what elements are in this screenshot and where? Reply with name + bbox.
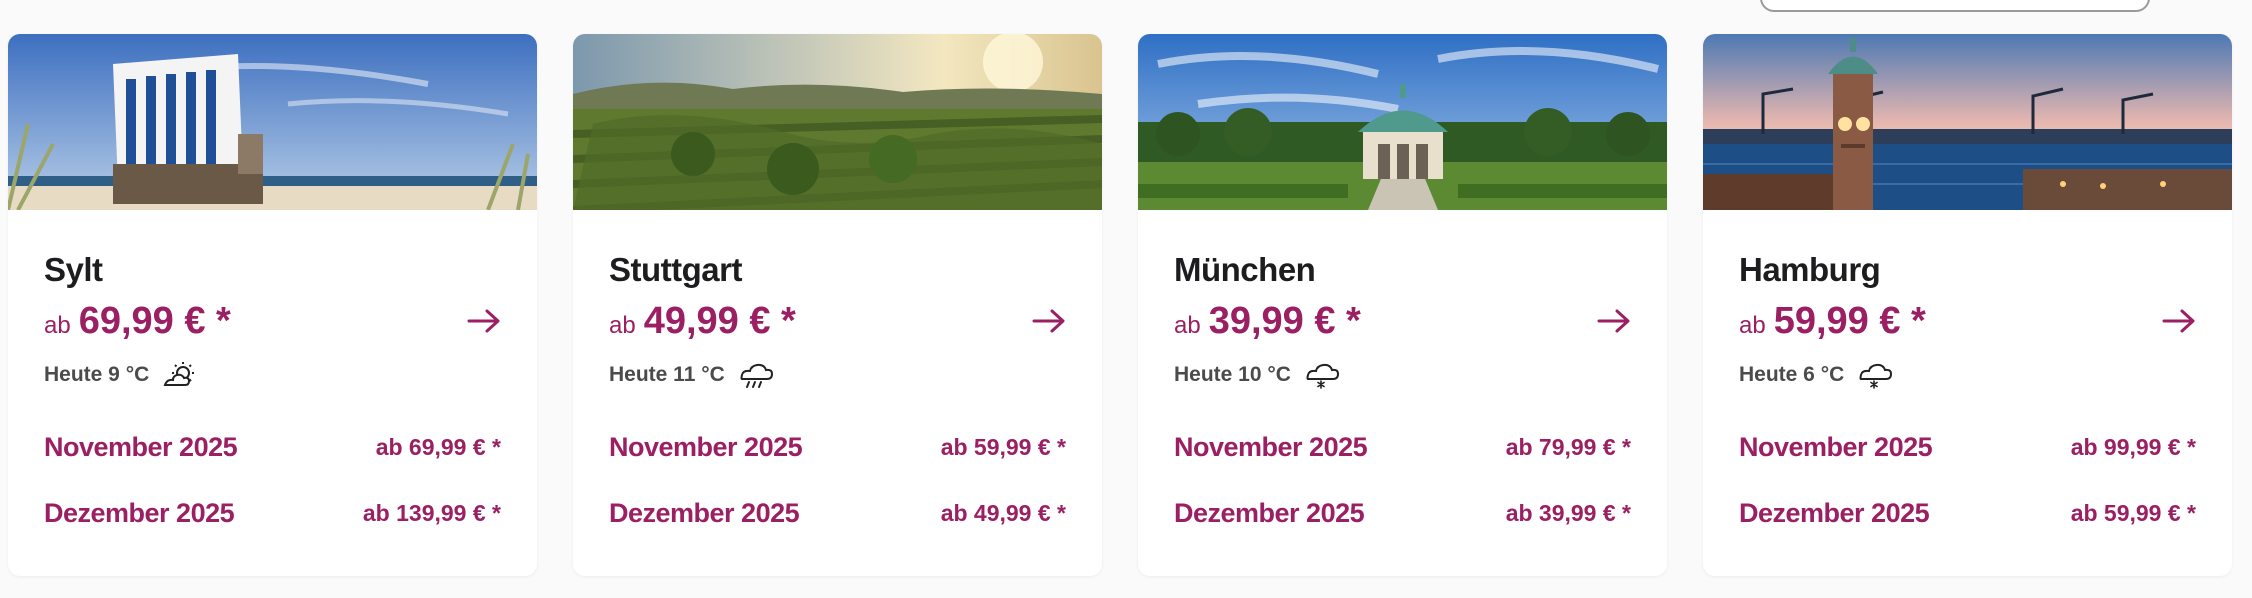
month-price: ab 99,99 € * xyxy=(2070,433,2196,460)
month-offer-row[interactable]: November 2025 ab 79,99 € * xyxy=(1174,414,1631,480)
arrow-right-icon[interactable] xyxy=(1597,309,1631,333)
starting-price: ab 39,99 € * xyxy=(1174,300,1361,343)
price-row: ab 69,99 € * xyxy=(44,296,501,346)
starting-price: ab 69,99 € * xyxy=(44,300,231,343)
price-prefix: ab xyxy=(44,311,71,339)
price-amount: 49,99 € * xyxy=(643,299,796,342)
destination-offers: Sylt ab 69,99 € * Heute 9 °C November 20… xyxy=(0,0,2252,598)
month-offer-row[interactable]: Dezember 2025 ab 139,99 € * xyxy=(44,480,501,546)
destination-photo-stuttgart xyxy=(573,34,1102,210)
weather-label: Heute 6 °C xyxy=(1739,363,1845,386)
month-offer-row[interactable]: Dezember 2025 ab 49,99 € * xyxy=(609,480,1066,546)
city-name: Stuttgart xyxy=(609,251,742,288)
snow-cloud-icon xyxy=(1303,361,1341,389)
month-price: ab 59,99 € * xyxy=(2070,499,2196,526)
weather-label: Heute 11 °C xyxy=(609,363,725,386)
destination-card-sylt[interactable]: Sylt ab 69,99 € * Heute 9 °C November 20… xyxy=(8,34,537,576)
month-label: Dezember 2025 xyxy=(1174,497,1365,528)
destination-card-hamburg[interactable]: Hamburg ab 59,99 € * Heute 6 °C November… xyxy=(1703,34,2232,576)
price-amount: 39,99 € * xyxy=(1208,299,1361,342)
price-amount: 59,99 € * xyxy=(1773,299,1926,342)
price-prefix: ab xyxy=(1739,311,1766,339)
month-offer-row[interactable]: November 2025 ab 59,99 € * xyxy=(609,414,1066,480)
rain-cloud-icon xyxy=(737,361,775,389)
weather-info: Heute 11 °C xyxy=(609,358,1066,392)
weather-info: Heute 10 °C xyxy=(1174,358,1631,392)
arrow-right-icon[interactable] xyxy=(2162,309,2196,333)
weather-label: Heute 10 °C xyxy=(1174,363,1291,386)
month-offer-row[interactable]: Dezember 2025 ab 39,99 € * xyxy=(1174,480,1631,546)
destination-card-stuttgart[interactable]: Stuttgart ab 49,99 € * Heute 11 °C Novem… xyxy=(573,34,1102,576)
snow-cloud-icon xyxy=(1856,361,1894,389)
month-offer-row[interactable]: Dezember 2025 ab 59,99 € * xyxy=(1739,480,2196,546)
month-label: Dezember 2025 xyxy=(1739,497,1930,528)
arrow-right-icon[interactable] xyxy=(467,309,501,333)
price-amount: 69,99 € * xyxy=(78,299,231,342)
month-label: Dezember 2025 xyxy=(609,497,800,528)
starting-price: ab 59,99 € * xyxy=(1739,300,1926,343)
arrow-right-icon[interactable] xyxy=(1032,309,1066,333)
destination-card-list: Sylt ab 69,99 € * Heute 9 °C November 20… xyxy=(8,34,2232,576)
partly-sunny-icon xyxy=(161,361,199,389)
weather-info: Heute 9 °C xyxy=(44,358,501,392)
month-label: November 2025 xyxy=(1174,431,1368,462)
destination-card-muenchen[interactable]: München ab 39,99 € * Heute 10 °C Novembe… xyxy=(1138,34,1667,576)
starting-price: ab 49,99 € * xyxy=(609,300,796,343)
price-row: ab 59,99 € * xyxy=(1739,296,2196,346)
city-name: München xyxy=(1174,251,1316,288)
destination-photo-hamburg xyxy=(1703,34,2232,210)
weather-info: Heute 6 °C xyxy=(1739,358,2196,392)
month-label: November 2025 xyxy=(609,431,803,462)
top-input-field[interactable] xyxy=(1760,0,2150,12)
weather-label: Heute 9 °C xyxy=(44,363,150,386)
month-label: November 2025 xyxy=(44,431,238,462)
city-name: Sylt xyxy=(44,251,103,288)
month-offer-row[interactable]: November 2025 ab 99,99 € * xyxy=(1739,414,2196,480)
month-price: ab 59,99 € * xyxy=(940,433,1066,460)
month-price: ab 49,99 € * xyxy=(940,499,1066,526)
month-price: ab 139,99 € * xyxy=(362,499,501,526)
month-price: ab 39,99 € * xyxy=(1505,499,1631,526)
price-row: ab 49,99 € * xyxy=(609,296,1066,346)
month-price: ab 69,99 € * xyxy=(375,433,501,460)
city-name: Hamburg xyxy=(1739,251,1881,288)
destination-photo-sylt xyxy=(8,34,537,210)
destination-photo-muenchen xyxy=(1138,34,1667,210)
month-offer-row[interactable]: November 2025 ab 69,99 € * xyxy=(44,414,501,480)
month-label: Dezember 2025 xyxy=(44,497,235,528)
month-label: November 2025 xyxy=(1739,431,1933,462)
price-prefix: ab xyxy=(1174,311,1201,339)
price-row: ab 39,99 € * xyxy=(1174,296,1631,346)
price-prefix: ab xyxy=(609,311,636,339)
month-price: ab 79,99 € * xyxy=(1505,433,1631,460)
